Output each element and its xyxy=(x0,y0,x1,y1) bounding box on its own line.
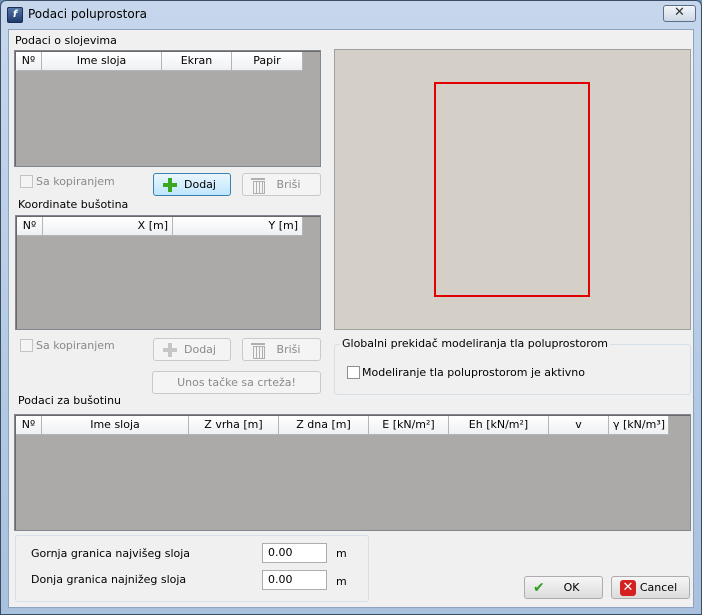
app-icon: f xyxy=(7,7,23,23)
dialog-window: f Podaci poluprostora ✕ Podaci o slojevi… xyxy=(0,0,702,615)
boreholes-copy-checkbox[interactable] xyxy=(20,339,33,352)
global-switch-title: Globalni prekidač modeliranja tla polupr… xyxy=(340,337,611,350)
boreholes-delete-button[interactable]: Briši xyxy=(242,338,321,361)
trash-icon xyxy=(251,177,265,194)
bh-col-v[interactable]: v xyxy=(549,416,609,435)
trash-icon xyxy=(251,342,265,359)
pick-point-button[interactable]: Unos tačke sa crteža! xyxy=(152,371,321,394)
bh-col-ztop[interactable]: Z vrha [m] xyxy=(189,416,279,435)
boreholes-grid[interactable]: Nº X [m] Y [m] xyxy=(15,215,321,330)
layers-col-name[interactable]: Ime sloja xyxy=(42,52,162,71)
boreholes-delete-label: Briši xyxy=(276,343,301,356)
boreholes-col-y[interactable]: Y [m] xyxy=(173,217,303,236)
checkmark-icon: ✔ xyxy=(533,579,545,596)
layers-grid[interactable]: Nº Ime sloja Ekran Papir xyxy=(14,50,321,167)
preview-rectangle xyxy=(434,82,590,297)
dialog-client: Podaci o slojevima Nº Ime sloja Ekran Pa… xyxy=(8,29,694,608)
layers-delete-label: Briši xyxy=(276,178,301,191)
layers-add-label: Dodaj xyxy=(184,178,216,191)
layers-section-label: Podaci o slojevima xyxy=(15,34,117,47)
upper-bound-input[interactable]: 0.00 xyxy=(262,543,327,563)
close-icon: ✕ xyxy=(620,579,636,596)
halfspace-active-checkbox[interactable] xyxy=(347,366,360,379)
plus-icon xyxy=(162,342,178,358)
title-bar: f Podaci poluprostora ✕ xyxy=(1,1,701,28)
bh-col-zbottom[interactable]: Z dna [m] xyxy=(279,416,369,435)
bh-col-no[interactable]: Nº xyxy=(16,416,42,435)
lower-bound-input[interactable]: 0.00 xyxy=(262,570,327,590)
layers-copy-label: Sa kopiranjem xyxy=(36,175,115,188)
upper-bound-unit: m xyxy=(336,547,347,560)
lower-bound-label: Donja granica najnižeg sloja xyxy=(31,573,187,586)
boreholes-col-x[interactable]: X [m] xyxy=(43,217,173,236)
layers-col-no[interactable]: Nº xyxy=(16,52,42,71)
pick-point-label: Unos tačke sa crteža! xyxy=(177,376,296,389)
ok-button[interactable]: ✔ OK xyxy=(524,576,603,599)
bh-col-e[interactable]: E [kN/m²] xyxy=(369,416,449,435)
ok-label: OK xyxy=(563,581,580,594)
plus-icon xyxy=(162,177,178,193)
preview-canvas[interactable] xyxy=(334,49,691,330)
layers-add-button[interactable]: Dodaj xyxy=(153,173,231,196)
layers-col-screen[interactable]: Ekran xyxy=(162,52,232,71)
lower-bound-unit: m xyxy=(336,575,347,588)
bh-col-eh[interactable]: Eh [kN/m²] xyxy=(449,416,549,435)
close-button[interactable]: ✕ xyxy=(663,5,696,22)
layers-col-paper[interactable]: Papir xyxy=(232,52,303,71)
upper-bound-label: Gornja granica najvišeg sloja xyxy=(31,547,191,560)
window-title: Podaci poluprostora xyxy=(28,7,147,21)
layers-delete-button[interactable]: Briši xyxy=(242,173,321,196)
cancel-label: Cancel xyxy=(639,581,678,594)
boreholes-add-button[interactable]: Dodaj xyxy=(153,338,231,361)
boreholes-col-no[interactable]: Nº xyxy=(17,217,43,236)
layers-copy-checkbox[interactable] xyxy=(20,175,33,188)
bh-col-gamma[interactable]: γ [kN/m³] xyxy=(609,416,669,435)
borehole-data-grid[interactable]: Nº Ime sloja Z vrha [m] Z dna [m] E [kN/… xyxy=(14,414,691,531)
boreholes-add-label: Dodaj xyxy=(184,343,216,356)
boreholes-copy-label: Sa kopiranjem xyxy=(36,339,115,352)
cancel-button[interactable]: ✕ Cancel xyxy=(611,576,690,599)
bh-col-name[interactable]: Ime sloja xyxy=(42,416,189,435)
borehole-data-label: Podaci za bušotinu xyxy=(18,394,122,407)
boreholes-section-label: Koordinate bušotina xyxy=(18,198,129,211)
halfspace-active-label: Modeliranje tla poluprostorom je aktivno xyxy=(362,366,585,379)
